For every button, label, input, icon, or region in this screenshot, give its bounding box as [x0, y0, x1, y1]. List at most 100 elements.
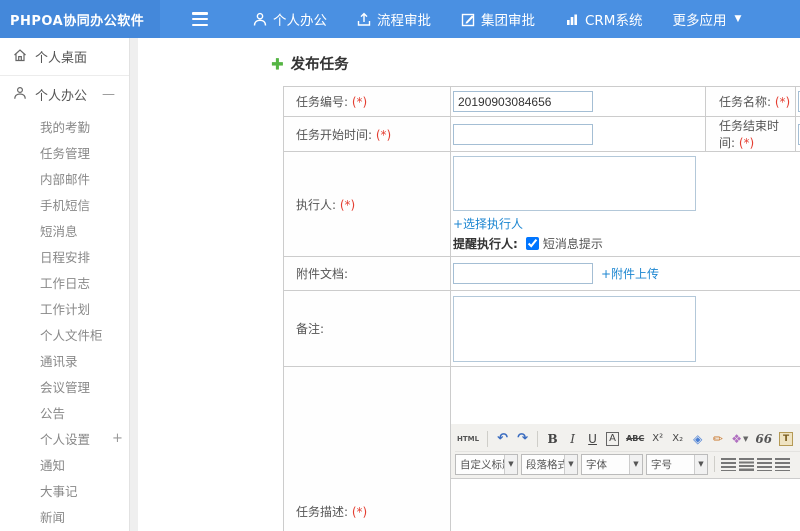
custom-title-select[interactable]: 自定义标题▼	[455, 453, 518, 475]
top-header: PHPOA协同办公软件 个人办公 流程审批 集团审批 CRM系统 更多应用 ▼	[0, 0, 800, 38]
strikethrough-button[interactable]: ABC	[624, 429, 646, 448]
chevron-down-icon: ▼	[694, 454, 707, 474]
paragraph-format-select[interactable]: 段落格式 ▼	[521, 453, 578, 475]
undo-icon[interactable]: ↶	[494, 429, 511, 448]
table-row: 任务开始时间: (*) 任务结束时间: (*)	[283, 116, 800, 152]
superscript-button[interactable]: X²	[649, 429, 666, 448]
auto-typeset-icon[interactable]: ❖ ▼	[729, 429, 750, 448]
expand-icon[interactable]: +	[112, 431, 123, 446]
attachment-upload-link[interactable]: +附件上传	[601, 265, 659, 282]
sidebar-item-contacts[interactable]: 通讯录	[0, 347, 129, 373]
collapse-icon[interactable]: —	[102, 87, 115, 102]
sidebar-item-label: 工作计划	[40, 301, 91, 317]
sidebar-item-label: 新闻	[40, 509, 66, 525]
paste-text-icon[interactable]: T	[779, 431, 794, 446]
align-left-icon[interactable]	[721, 457, 736, 471]
sidebar-item-short-message[interactable]: 短消息	[0, 217, 129, 243]
home-icon	[13, 48, 27, 66]
choose-executor-link[interactable]: +选择执行人	[453, 217, 523, 231]
blockquote-button[interactable]: 66	[753, 429, 774, 448]
sidebar-item-label: 通讯录	[40, 353, 78, 369]
sidebar-item-task-management[interactable]: 任务管理	[0, 139, 129, 165]
table-row: 任务编号: (*) 任务名称: (*)	[283, 86, 800, 117]
sidebar-item-notice[interactable]: 通知	[0, 451, 129, 477]
remind-executor-label: 提醒执行人:	[453, 237, 518, 251]
task-name-label: 任务名称: (*)	[705, 86, 796, 117]
nav-label: 集团审批	[481, 13, 535, 29]
workflow-approve-icon	[357, 12, 371, 27]
nav-personal-office[interactable]: 个人办公	[238, 0, 342, 38]
sidebar-item-label: 短消息	[40, 223, 78, 239]
sidebar-item-label: 工作日志	[40, 275, 91, 291]
subscript-button[interactable]: X₂	[669, 429, 686, 448]
sidebar-item-work-plan[interactable]: 工作计划	[0, 295, 129, 321]
sidebar-item-news[interactable]: 新闻	[0, 503, 129, 529]
italic-button[interactable]: I	[564, 429, 581, 448]
nav-workflow-approval[interactable]: 流程审批	[342, 0, 446, 38]
sidebar-item-announcement[interactable]: 公告	[0, 399, 129, 425]
edit-square-icon	[461, 12, 475, 27]
nav-more-apps[interactable]: 更多应用 ▼	[657, 0, 756, 38]
editor-content-area[interactable]	[451, 479, 800, 531]
sidebar-item-label: 个人办公	[35, 89, 88, 104]
nav-group-approval[interactable]: 集团审批	[446, 0, 550, 38]
align-justify-icon[interactable]	[775, 457, 790, 471]
start-time-input[interactable]	[453, 123, 593, 145]
sidebar-item-schedule[interactable]: 日程安排	[0, 243, 129, 269]
format-painter-icon[interactable]: ✏	[709, 429, 726, 448]
nav-label: 个人办公	[273, 13, 327, 29]
sidebar-item-personal-office[interactable]: 个人办公 —	[0, 76, 129, 113]
sidebar-item-meeting-management[interactable]: 会议管理	[0, 373, 129, 399]
remark-textarea[interactable]	[453, 295, 696, 362]
rich-text-editor: HTML ↶ ↷ B I U A ABC X² X₂ ◈ ✏ ❖ ▼ 66 T …	[451, 424, 800, 531]
attachment-label: 附件文档:	[283, 256, 451, 291]
editor-toolbar: HTML ↶ ↷ B I U A ABC X² X₂ ◈ ✏ ❖ ▼ 66 T …	[451, 424, 800, 479]
sidebar-item-personal-settings[interactable]: 个人设置 +	[0, 425, 129, 451]
html-source-button[interactable]: HTML	[455, 429, 481, 448]
sidebar-item-internal-mail[interactable]: 内部邮件	[0, 165, 129, 191]
sidebar-item-label: 公告	[40, 405, 66, 421]
plus-icon: ✚	[271, 54, 284, 73]
bold-button[interactable]: B	[544, 429, 561, 448]
sidebar-item-label: 任务管理	[40, 145, 91, 161]
sidebar-item-my-attendance[interactable]: 我的考勤	[0, 113, 129, 139]
sidebar-item-memorabilia[interactable]: 大事记	[0, 477, 129, 503]
sms-remind-checkbox[interactable]	[525, 237, 539, 250]
remove-format-icon[interactable]: ◈	[689, 429, 706, 448]
task-description-label: 任务描述: (*)	[283, 366, 451, 531]
sidebar-item-label: 个人文件柜	[40, 327, 103, 343]
end-time-label: 任务结束时间: (*)	[705, 116, 796, 152]
font-family-select[interactable]: 字体 ▼	[581, 453, 643, 475]
nav-crm-system[interactable]: CRM系统	[550, 0, 657, 38]
divider	[537, 430, 539, 447]
sidebar-item-label: 个人桌面	[35, 51, 88, 66]
redo-icon[interactable]: ↷	[514, 429, 531, 448]
sidebar-item-label: 个人设置	[40, 431, 91, 447]
font-size-select[interactable]: 字号 ▼	[646, 453, 708, 475]
start-time-label: 任务开始时间: (*)	[283, 116, 451, 152]
align-right-icon[interactable]	[757, 457, 772, 471]
sidebar-item-desktop[interactable]: 个人桌面	[0, 38, 129, 75]
underline-button[interactable]: U	[584, 429, 601, 448]
divider	[487, 430, 489, 447]
executor-textarea[interactable]	[453, 156, 696, 211]
bar-chart-icon	[565, 12, 579, 27]
menu-toggle-icon[interactable]	[192, 12, 212, 26]
sidebar-item-label: 日程安排	[40, 249, 91, 265]
user-icon	[253, 12, 267, 27]
page-title-text: 发布任务	[290, 57, 349, 73]
page-title: ✚ 发布任务	[271, 53, 800, 74]
sidebar-item-work-log[interactable]: 工作日志	[0, 269, 129, 295]
user-icon	[13, 86, 27, 104]
divider	[714, 456, 715, 472]
attachment-input[interactable]	[453, 263, 593, 284]
executor-label: 执行人: (*)	[283, 151, 451, 257]
font-style-button[interactable]: A	[606, 431, 619, 446]
sidebar-item-personal-cabinet[interactable]: 个人文件柜	[0, 321, 129, 347]
app-logo: PHPOA协同办公软件	[0, 0, 160, 38]
sidebar-item-mobile-sms[interactable]: 手机短信	[0, 191, 129, 217]
sidebar-item-label: 会议管理	[40, 379, 91, 395]
align-center-icon[interactable]	[739, 457, 754, 471]
chevron-down-icon: ▼	[504, 454, 517, 474]
task-no-input[interactable]	[453, 91, 593, 112]
